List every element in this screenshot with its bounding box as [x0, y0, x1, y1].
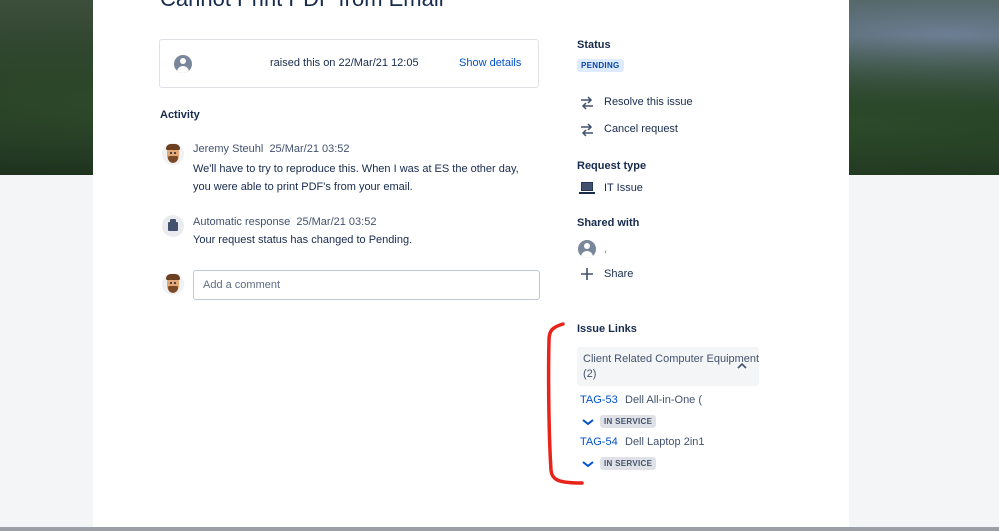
- current-user-avatar: [162, 273, 184, 295]
- shared-user-avatar: [578, 240, 596, 258]
- request-card: Cannot Print PDF from Email raised this …: [93, 0, 849, 531]
- plus-icon: [581, 268, 593, 280]
- link-group-count: (2): [583, 368, 597, 380]
- cancel-request-button[interactable]: Cancel request: [604, 123, 678, 135]
- issue-links-heading: Issue Links: [577, 323, 637, 335]
- comment-input[interactable]: [193, 270, 540, 300]
- transition-arrows-icon: [581, 96, 593, 110]
- link-group-header[interactable]: Client Related Computer Equipment (2): [577, 347, 759, 386]
- activity-body: Your request status has changed to Pendi…: [193, 234, 413, 246]
- chevron-up-icon[interactable]: [737, 362, 747, 369]
- chevron-down-icon[interactable]: [581, 459, 595, 469]
- page-title: Cannot Print PDF from Email: [160, 0, 444, 12]
- activity-body: We'll have to try to reproduce this. Whe…: [193, 163, 519, 193]
- issue-link-summary: Dell All-in-One (: [625, 394, 703, 406]
- reporter-box: raised this on 22/Mar/21 12:05 Show deta…: [159, 39, 539, 88]
- issue-link-key[interactable]: TAG-53: [580, 394, 618, 406]
- request-type-value: IT Issue: [604, 182, 643, 194]
- raised-text: raised this on 22/Mar/21 12:05: [270, 57, 419, 69]
- transition-arrows-icon: [581, 123, 593, 137]
- issue-link-summary: Dell Laptop 2in1: [625, 436, 705, 448]
- activity-author-name: Jeremy Steuhl: [193, 143, 264, 155]
- issue-link-key[interactable]: TAG-54: [580, 436, 618, 448]
- status-badge: IN SERVICE: [600, 415, 657, 428]
- memoji-avatar: [162, 143, 184, 165]
- request-type-heading: Request type: [577, 160, 647, 172]
- activity-time: 25/Mar/21 03:52: [269, 143, 350, 155]
- shared-with-heading: Shared with: [577, 217, 640, 229]
- status-heading: Status: [577, 39, 611, 51]
- activity-author: Automatic response 25/Mar/21 03:52: [193, 216, 376, 228]
- activity-author-name: Automatic response: [193, 216, 291, 228]
- show-details-link[interactable]: Show details: [459, 57, 521, 69]
- activity-author: Jeremy Steuhl 25/Mar/21 03:52: [193, 143, 350, 155]
- activity-heading: Activity: [160, 109, 200, 121]
- resolve-issue-button[interactable]: Resolve this issue: [604, 96, 693, 108]
- window-bottom-edge: [0, 527, 999, 531]
- shared-user-name: ,: [604, 243, 608, 255]
- reporter-avatar: [174, 55, 192, 73]
- share-button[interactable]: Share: [604, 268, 633, 280]
- laptop-icon: [579, 182, 595, 194]
- chevron-down-icon[interactable]: [581, 417, 595, 427]
- link-group-name: Client Related Computer Equipment: [583, 353, 759, 365]
- automation-icon: [162, 215, 184, 237]
- status-badge: PENDING: [577, 59, 624, 72]
- status-badge: IN SERVICE: [600, 457, 657, 470]
- activity-time: 25/Mar/21 03:52: [296, 216, 377, 228]
